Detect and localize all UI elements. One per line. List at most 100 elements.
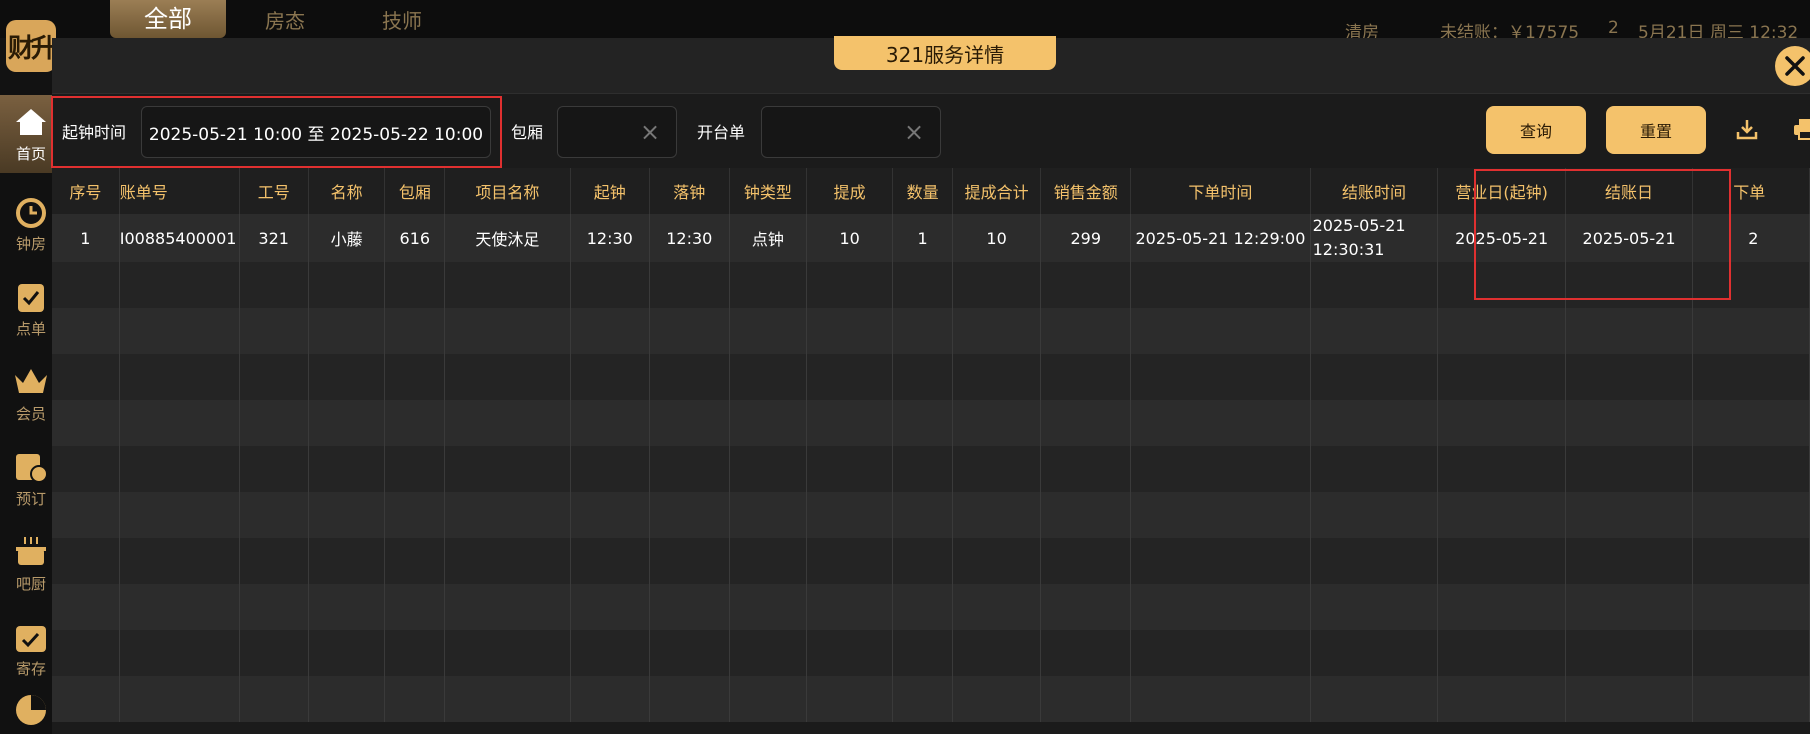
empty-cell	[806, 492, 894, 538]
close-icon	[1785, 56, 1805, 76]
empty-cell	[1310, 492, 1439, 538]
cell-clock-type: 点钟	[729, 214, 808, 262]
column-header: 销售金额	[1040, 168, 1132, 214]
empty-cell	[52, 630, 120, 676]
empty-cell	[806, 308, 894, 354]
empty-cell	[1310, 354, 1439, 400]
empty-cell	[1040, 400, 1132, 446]
modal-header: 321服务详情	[52, 36, 1810, 94]
empty-cell	[1565, 354, 1694, 400]
room-input[interactable]: ×	[557, 106, 677, 158]
empty-cell	[1692, 630, 1810, 676]
cell-sales-amount: 299	[1040, 214, 1132, 262]
cell-index: 1	[52, 214, 120, 262]
empty-cell	[384, 400, 446, 446]
cell-item-name: 天使沐足	[444, 214, 571, 262]
empty-cell	[444, 584, 571, 630]
empty-cell	[52, 400, 120, 446]
column-header: 落钟	[649, 168, 730, 214]
empty-cell	[806, 676, 894, 722]
column-header: 结账日	[1565, 168, 1694, 214]
empty-cell	[239, 584, 309, 630]
empty-cell	[239, 308, 309, 354]
column-header: 项目名称	[444, 168, 571, 214]
empty-cell	[806, 262, 894, 308]
reset-button[interactable]: 重置	[1606, 106, 1706, 154]
empty-cell	[1130, 584, 1311, 630]
sidebar-item-label: 点单	[15, 319, 46, 338]
pot-icon	[13, 535, 49, 569]
sidebar-item-label: 预订	[15, 489, 46, 508]
table-row-empty	[52, 676, 1810, 722]
clear-room-icon[interactable]: ×	[638, 120, 662, 144]
empty-cell	[1565, 630, 1694, 676]
empty-cell	[444, 354, 571, 400]
column-header: 提成合计	[952, 168, 1042, 214]
sidebar-item-label: 吧厨	[15, 574, 46, 593]
empty-cell	[1565, 308, 1694, 354]
empty-cell	[119, 584, 240, 630]
empty-cell	[1310, 262, 1439, 308]
clipboard-check-icon	[13, 280, 49, 314]
empty-cell	[952, 308, 1042, 354]
empty-cell	[52, 354, 120, 400]
empty-cell	[239, 630, 309, 676]
empty-cell	[1437, 630, 1566, 676]
tab-room-status[interactable]: 房态	[245, 0, 325, 38]
empty-cell	[570, 584, 651, 630]
empty-cell	[119, 400, 240, 446]
empty-cell	[1130, 676, 1311, 722]
empty-cell	[729, 584, 808, 630]
start-time-range-input[interactable]: 2025-05-21 10:00 至 2025-05-22 10:00	[141, 106, 491, 158]
empty-cell	[952, 354, 1042, 400]
empty-cell	[1130, 492, 1311, 538]
empty-cell	[952, 492, 1042, 538]
table-row[interactable]: 1 I00885400001 321 小藤 616 天使沐足 12:30 12:…	[52, 214, 1810, 262]
empty-cell	[1130, 630, 1311, 676]
empty-cell	[729, 630, 808, 676]
empty-cell	[952, 262, 1042, 308]
empty-cell	[1130, 262, 1311, 308]
table-header-row: 序号 账单号 工号 名称 包厢 项目名称 起钟 落钟 钟类型 提成 数量 提成合…	[52, 168, 1810, 214]
empty-cell	[1040, 676, 1132, 722]
empty-cell	[806, 630, 894, 676]
tab-all[interactable]: 全部	[110, 0, 226, 38]
table-row-empty	[52, 492, 1810, 538]
empty-cell	[892, 354, 954, 400]
empty-cell	[239, 354, 309, 400]
cell-room: 616	[384, 214, 446, 262]
empty-cell	[444, 446, 571, 492]
column-header: 名称	[308, 168, 386, 214]
empty-cell	[1692, 584, 1810, 630]
download-icon[interactable]	[1734, 116, 1760, 142]
empty-cell	[52, 538, 120, 584]
modal-title: 321服务详情	[834, 36, 1056, 70]
sidebar-item-label: 首页	[15, 144, 46, 163]
empty-cell	[952, 400, 1042, 446]
empty-cell	[952, 676, 1042, 722]
clear-order-icon[interactable]: ×	[902, 120, 926, 144]
top-bar: 全部 房态 技师 清房 未结账：￥17575 2 5月21日 周三 12:32	[0, 0, 1810, 43]
empty-cell	[1437, 538, 1566, 584]
empty-cell	[1565, 262, 1694, 308]
empty-cell	[570, 308, 651, 354]
empty-cell	[649, 584, 730, 630]
column-header: 包厢	[384, 168, 446, 214]
empty-cell	[1692, 354, 1810, 400]
empty-cell	[570, 630, 651, 676]
empty-cell	[308, 400, 386, 446]
empty-cell	[952, 538, 1042, 584]
empty-cell	[119, 630, 240, 676]
cell-order-more: 2	[1692, 214, 1810, 262]
tab-technician[interactable]: 技师	[362, 0, 442, 38]
print-icon[interactable]	[1792, 116, 1810, 142]
empty-cell	[729, 492, 808, 538]
column-header: 下单	[1692, 168, 1810, 214]
close-button[interactable]	[1775, 46, 1810, 86]
empty-cell	[1437, 446, 1566, 492]
empty-cell	[649, 538, 730, 584]
query-button[interactable]: 查询	[1486, 106, 1586, 154]
cell-business-day: 2025-05-21	[1437, 214, 1566, 262]
open-order-input[interactable]: ×	[761, 106, 941, 158]
empty-cell	[444, 676, 571, 722]
